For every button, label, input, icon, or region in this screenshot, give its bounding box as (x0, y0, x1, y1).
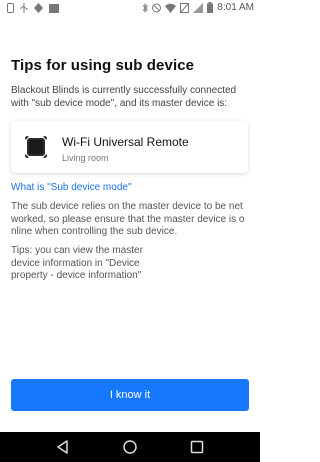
intro-text: Blackout Blinds is currently successfull… (11, 85, 237, 109)
recents-icon[interactable] (189, 439, 205, 455)
status-bar: 8:01 AM (0, 0, 260, 18)
mute-icon (152, 3, 162, 12)
master-device-card[interactable]: Wi-Fi Universal Remote Living room (11, 121, 248, 173)
bluetooth-icon (142, 2, 149, 13)
battery-icon (207, 2, 214, 13)
device-room: Living room (62, 153, 109, 163)
remote-hub-icon (25, 136, 47, 158)
smartphone-icon (7, 3, 14, 13)
signal-icon (193, 2, 204, 13)
notification-icon (34, 3, 43, 13)
usb-icon (20, 3, 28, 13)
i-know-it-button[interactable]: I know it (11, 379, 249, 411)
home-icon[interactable] (122, 439, 138, 455)
tips-text: Tips: you can view the master device inf… (11, 245, 143, 281)
navigation-bar (0, 432, 260, 462)
status-time: 8:01 AM (217, 2, 254, 13)
wifi-icon (165, 3, 177, 13)
page-title: Tips for using sub device (11, 57, 195, 74)
status-left-icons (7, 3, 59, 13)
back-icon[interactable] (55, 439, 71, 455)
what-is-sub-device-link[interactable]: What is "Sub device mode" (11, 182, 132, 193)
image-icon (49, 3, 59, 13)
device-name: Wi-Fi Universal Remote (62, 135, 189, 149)
data-off-icon (180, 2, 190, 13)
reliance-text: The sub device relies on the master devi… (11, 201, 245, 237)
status-right-icons: 8:01 AM (142, 2, 254, 13)
